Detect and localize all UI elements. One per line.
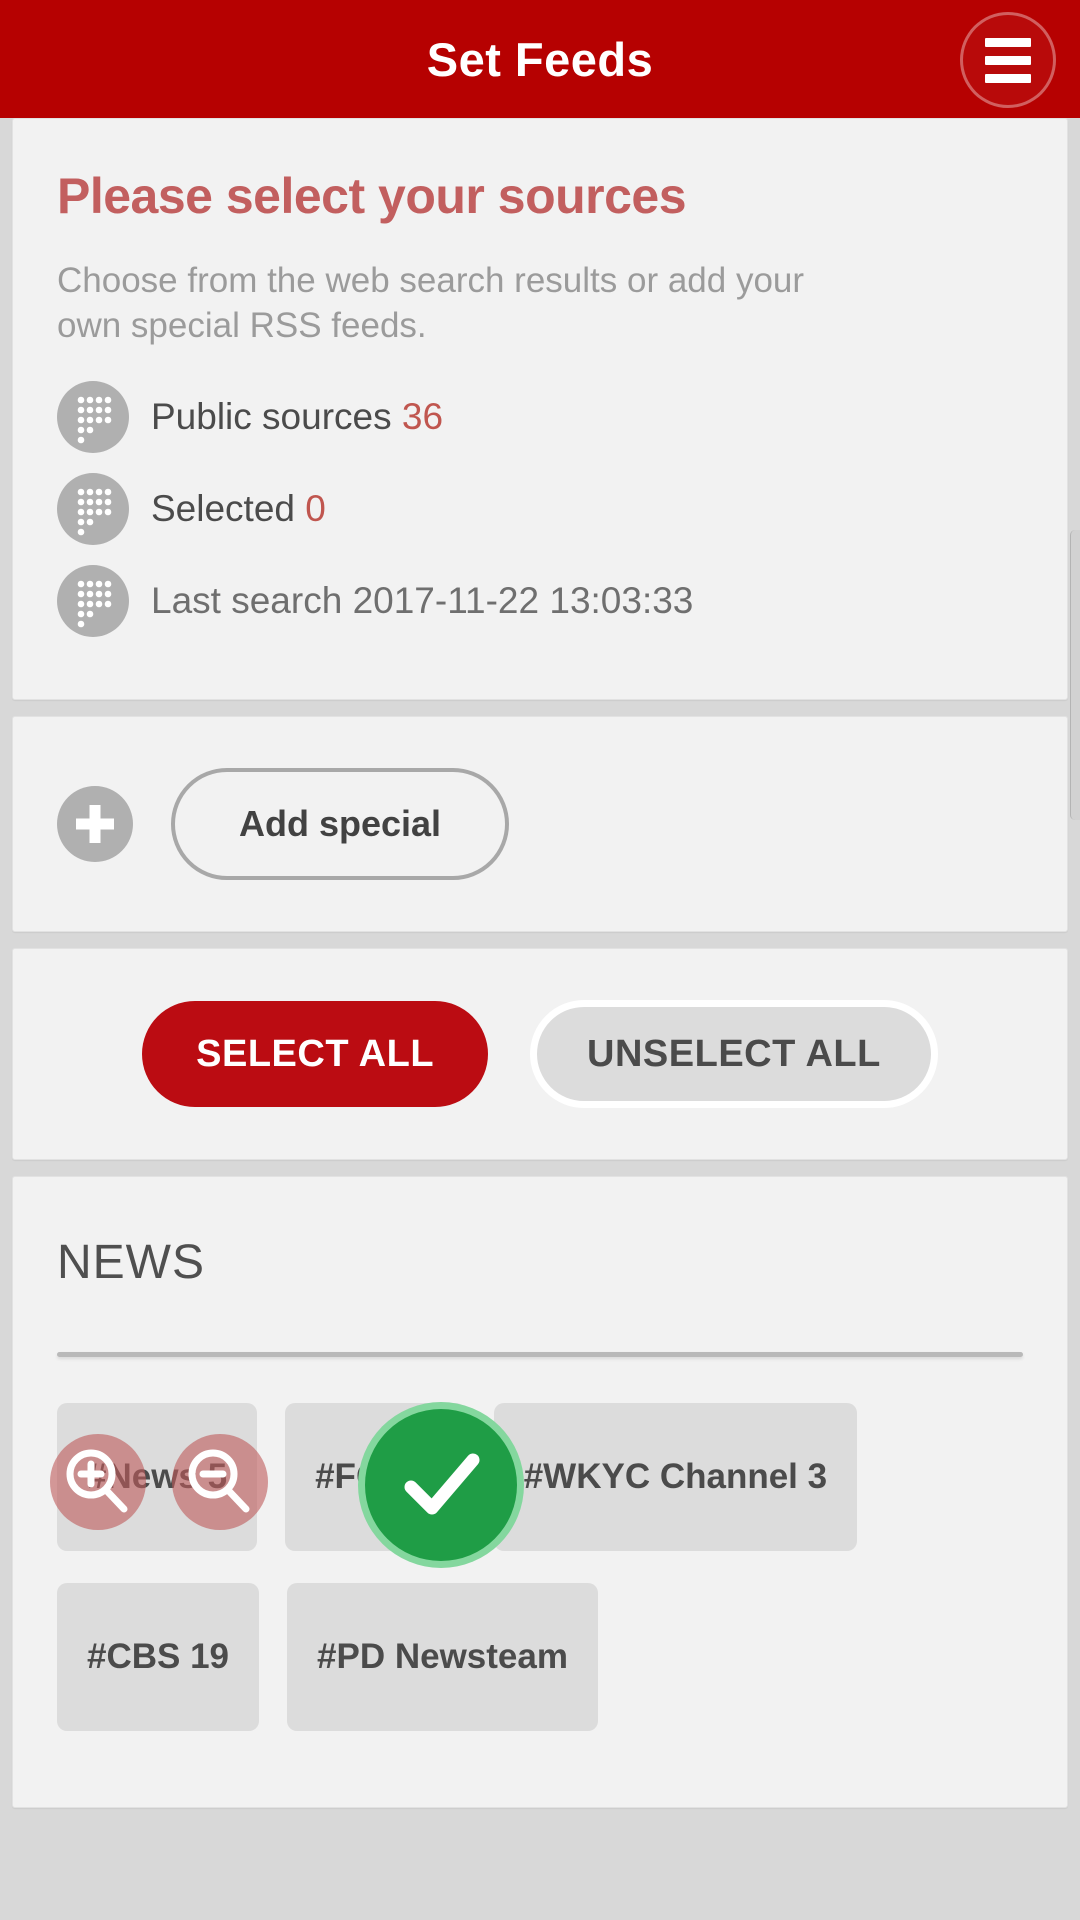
source-chip[interactable]: #CBS 19 [57,1582,260,1731]
dot-matrix-icon [57,472,129,545]
stat-row-public-sources: Public sources 36 [57,379,1023,455]
stat-label-selected: Selected 0 [151,488,326,530]
stat-row-selected: Selected 0 [57,471,1023,547]
stat-label-text: Public sources [151,395,392,437]
stat-label-text: Selected [151,487,295,529]
chip-row: #CBS 19 #PD Newsteam [57,1582,1023,1731]
magnifier-plus-icon[interactable] [50,1434,146,1530]
unselect-all-button[interactable]: UNSELECT ALL [530,999,938,1108]
stat-value-text: 2017-11-22 13:03:33 [352,579,694,621]
stat-label-public-sources: Public sources 36 [151,396,443,438]
group-title: NEWS [57,1235,205,1289]
menu-bar-3 [985,73,1031,83]
app-header: Set Feeds [0,0,1080,118]
check-icon [404,1453,480,1515]
plus-icon[interactable] [57,785,133,862]
selection-actions-card: SELECT ALL UNSELECT ALL [12,947,1068,1160]
intro-subtext: Choose from the web search results or ad… [57,261,805,345]
dot-matrix-icon [57,380,129,453]
select-all-button[interactable]: SELECT ALL [142,1000,489,1107]
vertical-scrollbar[interactable] [1070,530,1080,820]
magnifier-minus-icon[interactable] [172,1434,268,1530]
stat-row-last-search: Last search 2017-11-22 13:03:33 [57,563,1023,639]
app-root: Set Feeds Please select your sources Cho… [0,0,1080,1920]
stat-value-text: 36 [401,395,444,437]
menu-bar-1 [985,37,1031,47]
stat-label-text: Last search [151,579,343,621]
source-chip[interactable]: #WKYC Channel 3 [493,1402,858,1551]
content-scroll-area[interactable]: Please select your sources Choose from t… [0,118,1080,1920]
group-card-news: NEWS #News 5 #FOX 8 #WKYC Channel 3 #CBS… [12,1175,1068,1808]
source-chip[interactable]: #PD Newsteam [287,1582,598,1731]
hamburger-menu-icon[interactable] [960,12,1056,108]
intro-card: Please select your sources Choose from t… [12,118,1068,700]
add-special-card: Add special [12,715,1068,932]
page-title: Set Feeds [426,32,654,86]
stat-value-text: 0 [305,487,326,529]
menu-bar-2 [985,55,1031,65]
stat-label-last-search: Last search 2017-11-22 13:03:33 [151,580,693,622]
confirm-fab-button[interactable] [358,1402,524,1568]
dot-matrix-icon [57,564,129,637]
intro-headline: Please select your sources [57,168,687,224]
group-divider [57,1351,1023,1357]
add-special-button[interactable]: Add special [171,767,510,880]
